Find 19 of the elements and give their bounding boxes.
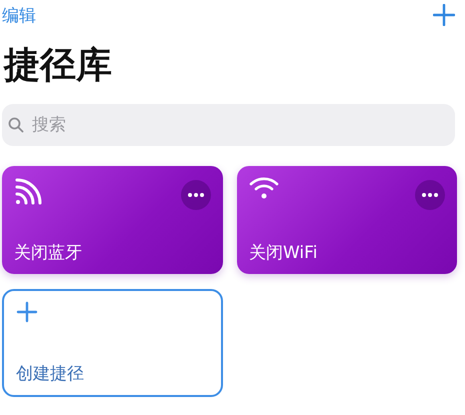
search-icon xyxy=(8,117,24,133)
page-title: 捷径库 xyxy=(2,44,113,88)
more-button[interactable] xyxy=(415,180,445,210)
search-bar[interactable]: 搜索 xyxy=(2,104,455,146)
more-button[interactable] xyxy=(181,180,211,210)
edit-button[interactable]: 编辑 xyxy=(2,4,36,26)
signal-waves-icon xyxy=(14,176,44,206)
plus-icon xyxy=(16,301,38,323)
shortcut-name: 关闭WiFi xyxy=(249,242,318,264)
ellipsis-icon xyxy=(188,193,204,197)
create-shortcut-card[interactable]: 创建捷径 xyxy=(2,289,223,397)
shortcut-card[interactable]: 关闭WiFi xyxy=(237,166,457,274)
wifi-icon xyxy=(249,176,279,200)
shortcut-card[interactable]: 关闭蓝牙 xyxy=(2,166,223,274)
shortcut-name: 创建捷径 xyxy=(16,363,85,385)
add-button[interactable] xyxy=(433,4,455,26)
ellipsis-icon xyxy=(422,193,438,197)
search-field[interactable]: 搜索 xyxy=(30,114,334,136)
shortcut-name: 关闭蓝牙 xyxy=(14,242,83,264)
